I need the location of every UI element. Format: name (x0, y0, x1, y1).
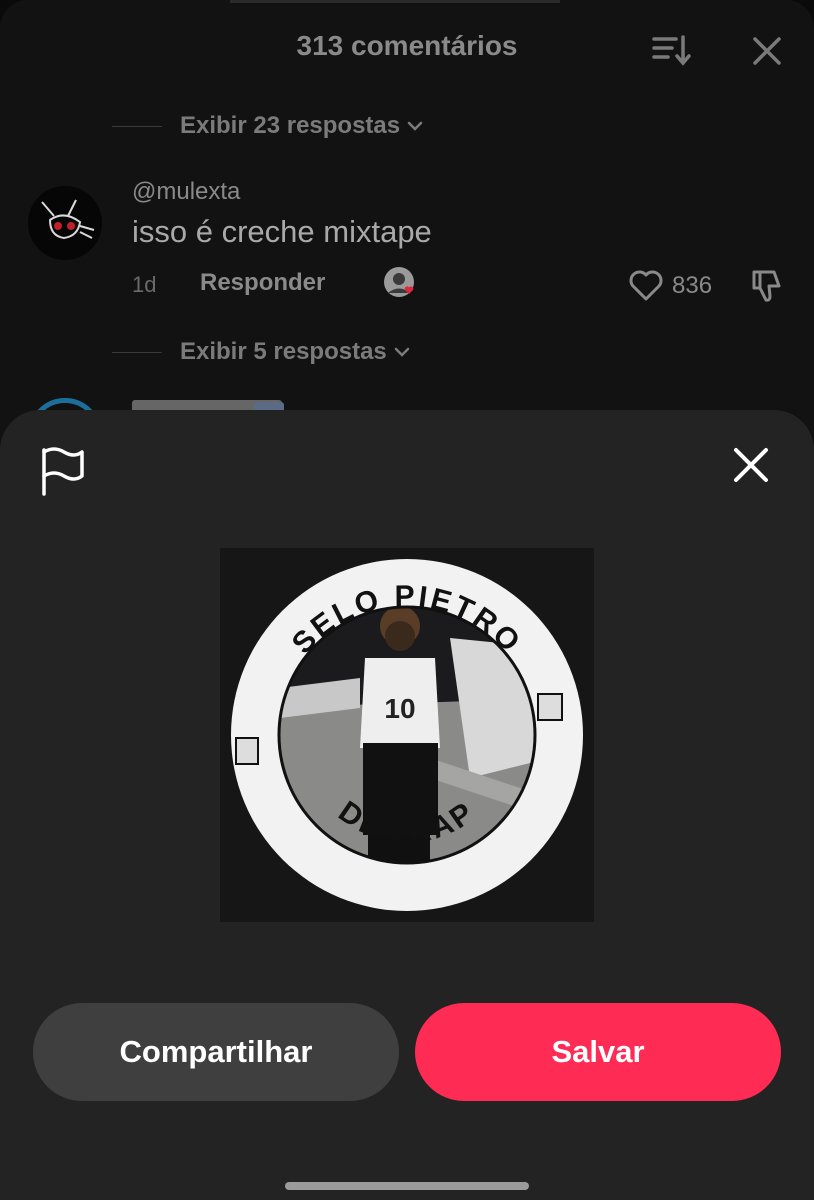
album-cover-image: 10 SELO PIETRO DE TRAP (220, 548, 594, 922)
sort-icon[interactable] (650, 32, 692, 68)
cube-icon (537, 693, 563, 721)
flag-icon[interactable] (38, 446, 86, 498)
chevron-down-icon (394, 347, 410, 357)
image-action-sheet: 10 SELO PIETRO DE TRAP Compartilhar Salv… (0, 410, 814, 1200)
heart-icon[interactable] (628, 268, 664, 302)
avatar-image (28, 186, 102, 260)
replies-divider (112, 351, 162, 353)
reply-button[interactable]: Responder (200, 269, 325, 297)
comment-text: isso é creche mixtape (132, 214, 432, 249)
comment-time: 1d (132, 272, 157, 297)
comment-username[interactable]: @mulexta (132, 178, 240, 206)
close-icon[interactable] (730, 444, 772, 486)
view-replies-label: Exibir 5 respostas (180, 338, 387, 365)
view-replies-button[interactable]: Exibir 5 respostas (112, 337, 411, 367)
view-replies-label: Exibir 23 respostas (180, 112, 401, 139)
share-button[interactable]: Compartilhar (33, 1003, 399, 1101)
image-preview: 10 SELO PIETRO DE TRAP (220, 548, 594, 922)
replies-divider (112, 125, 162, 127)
creator-liked-avatar (384, 267, 414, 297)
close-comments-icon[interactable] (750, 34, 784, 68)
video-edge (230, 0, 560, 3)
jersey-number: 10 (384, 693, 415, 724)
chevron-down-icon (407, 121, 423, 131)
save-button[interactable]: Salvar (415, 1003, 781, 1101)
dislike-icon[interactable] (748, 266, 786, 304)
view-replies-button[interactable]: Exibir 23 respostas (112, 111, 424, 141)
cube-icon (235, 737, 259, 765)
avatar[interactable] (28, 186, 102, 260)
like-count: 836 (672, 272, 713, 299)
home-indicator[interactable] (285, 1182, 529, 1190)
